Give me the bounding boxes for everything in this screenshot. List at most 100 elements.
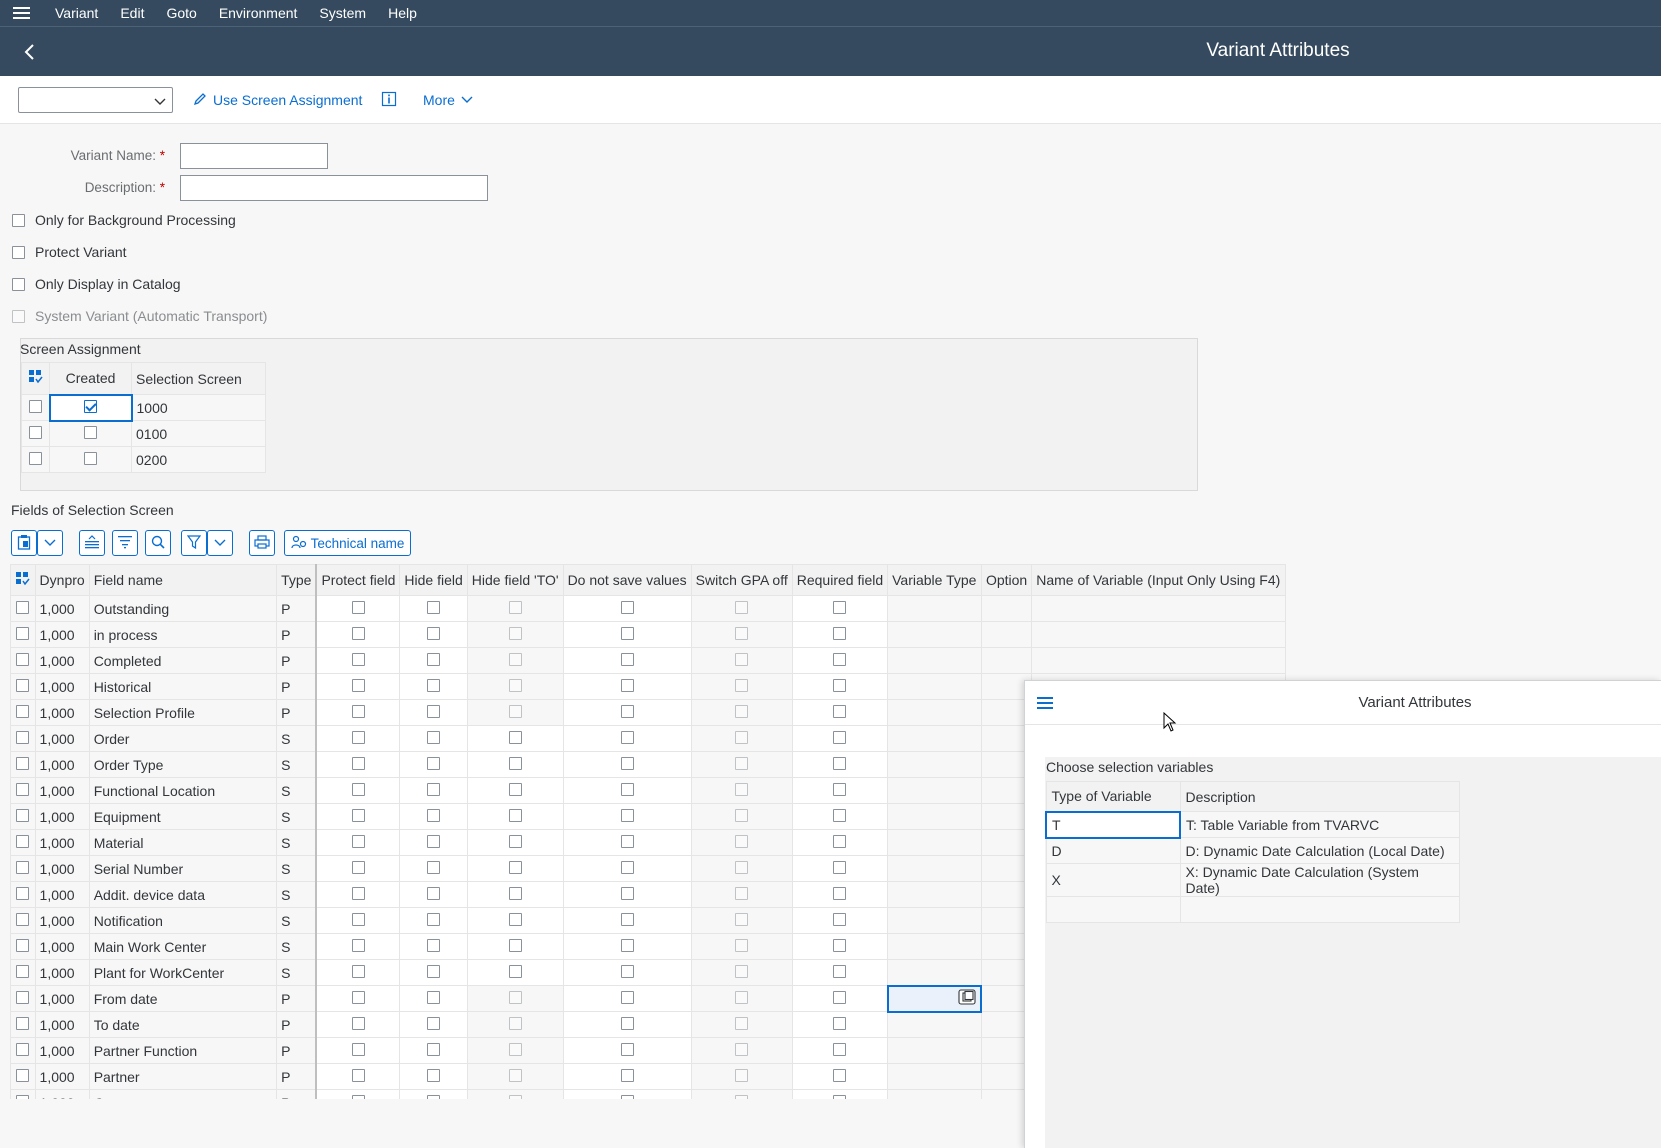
checkbox[interactable] [833, 886, 847, 900]
checkbox[interactable] [351, 886, 365, 900]
do-not-save-cell[interactable] [562, 595, 692, 622]
table-row[interactable]: 0200 [21, 446, 266, 473]
checkbox[interactable] [620, 678, 634, 692]
checkbox[interactable] [351, 626, 365, 640]
do-not-save-cell[interactable] [562, 959, 692, 986]
checkbox[interactable] [16, 1016, 30, 1030]
hide-field-cell[interactable] [399, 959, 468, 986]
checkbox[interactable] [16, 886, 30, 900]
row-selector[interactable] [10, 595, 36, 622]
checkbox[interactable] [427, 834, 441, 848]
protect-field-cell[interactable] [315, 1011, 401, 1038]
variant-name-input[interactable] [180, 143, 328, 169]
checkbox[interactable] [833, 782, 847, 796]
protect-field-cell[interactable] [315, 1037, 401, 1064]
column-header-dynpro[interactable]: Dynpro [34, 564, 90, 596]
hide-field-cell[interactable] [399, 647, 468, 674]
menu-icon[interactable] [1037, 696, 1054, 713]
checkbox[interactable] [620, 808, 634, 822]
checkbox[interactable] [16, 860, 30, 874]
checkbox[interactable] [16, 600, 30, 614]
checkbox[interactable] [16, 1094, 30, 1099]
required-field-cell[interactable] [791, 621, 889, 648]
checkbox[interactable] [620, 912, 634, 926]
do-not-save-cell[interactable] [562, 1037, 692, 1064]
do-not-save-cell[interactable] [562, 751, 692, 778]
column-header-required-field[interactable]: Required field [791, 564, 889, 596]
protect-field-cell[interactable] [315, 829, 401, 856]
checkbox[interactable] [427, 886, 441, 900]
checkbox[interactable] [351, 1016, 365, 1030]
row-selector[interactable] [10, 803, 36, 830]
do-not-save-cell[interactable] [562, 881, 692, 908]
column-header-description[interactable]: Description [1179, 781, 1460, 812]
variant-combo-box[interactable] [18, 87, 173, 113]
checkbox[interactable] [620, 1042, 634, 1056]
row-selector[interactable] [10, 1089, 36, 1099]
checkbox[interactable] [427, 1016, 441, 1030]
checkbox[interactable] [427, 808, 441, 822]
checkbox[interactable] [620, 626, 634, 640]
name-of-variable-cell[interactable] [1031, 647, 1286, 674]
row-selector[interactable] [10, 1063, 36, 1090]
checkbox[interactable] [351, 756, 365, 770]
checkbox[interactable] [351, 808, 365, 822]
row-selector[interactable] [10, 1037, 36, 1064]
checkbox[interactable] [12, 213, 25, 227]
protect-field-cell[interactable] [315, 699, 401, 726]
menu-item-variant[interactable]: Variant [44, 5, 109, 21]
type-cell[interactable]: X [1045, 863, 1181, 897]
required-field-cell[interactable] [791, 673, 889, 700]
required-field-cell[interactable] [791, 751, 889, 778]
hide-field-to-cell[interactable] [466, 725, 564, 752]
clipboard-button[interactable] [11, 530, 37, 556]
hide-field-cell[interactable] [399, 725, 468, 752]
checkbox[interactable] [508, 756, 522, 770]
row-selector[interactable] [10, 673, 36, 700]
protect-field-cell[interactable] [315, 933, 401, 960]
checkbox[interactable] [620, 756, 634, 770]
checkbox[interactable] [833, 756, 847, 770]
checkbox[interactable] [833, 1042, 847, 1056]
menu-item-goto[interactable]: Goto [155, 5, 207, 21]
checkbox[interactable] [351, 964, 365, 978]
row-selector[interactable] [10, 959, 36, 986]
do-not-save-cell[interactable] [562, 1089, 692, 1099]
variable-type-cell[interactable] [887, 621, 982, 648]
description-cell[interactable]: T: Table Variable from TVARVC [1179, 811, 1460, 838]
type-cell[interactable]: D [1045, 837, 1181, 864]
checkbox[interactable] [351, 834, 365, 848]
protect-field-cell[interactable] [315, 777, 401, 804]
checkbox[interactable] [427, 860, 441, 874]
protect-field-cell[interactable] [315, 621, 401, 648]
checkbox[interactable] [16, 808, 30, 822]
menu-icon[interactable] [0, 0, 44, 27]
checkbox[interactable] [351, 678, 365, 692]
checkbox[interactable] [351, 782, 365, 796]
menu-item-system[interactable]: System [308, 5, 377, 21]
checkbox[interactable] [508, 782, 522, 796]
checkbox[interactable] [16, 1042, 30, 1056]
variable-type-cell[interactable] [887, 907, 982, 934]
select-all-icon[interactable] [21, 362, 50, 395]
checkbox[interactable] [16, 678, 30, 692]
table-row[interactable]: D D: Dynamic Date Calculation (Local Dat… [1045, 837, 1460, 864]
checkbox[interactable] [427, 1068, 441, 1082]
checkbox[interactable] [427, 964, 441, 978]
checkbox[interactable] [16, 704, 30, 718]
do-not-save-cell[interactable] [562, 673, 692, 700]
created-cell[interactable] [49, 446, 132, 473]
checkbox[interactable] [508, 834, 522, 848]
checkbox[interactable] [16, 1068, 30, 1082]
sort-descending-button[interactable] [112, 530, 138, 556]
checkbox[interactable] [427, 704, 441, 718]
column-header-protect-field[interactable]: Protect field [315, 564, 401, 596]
checkbox[interactable] [833, 990, 847, 1004]
checkbox[interactable] [833, 730, 847, 744]
checkbox[interactable] [12, 277, 25, 291]
hide-field-cell[interactable] [399, 881, 468, 908]
checkbox[interactable] [84, 451, 97, 465]
protect-variant-checkbox-row[interactable]: Protect Variant [12, 244, 127, 260]
checkbox[interactable] [508, 808, 522, 822]
hide-field-cell[interactable] [399, 777, 468, 804]
